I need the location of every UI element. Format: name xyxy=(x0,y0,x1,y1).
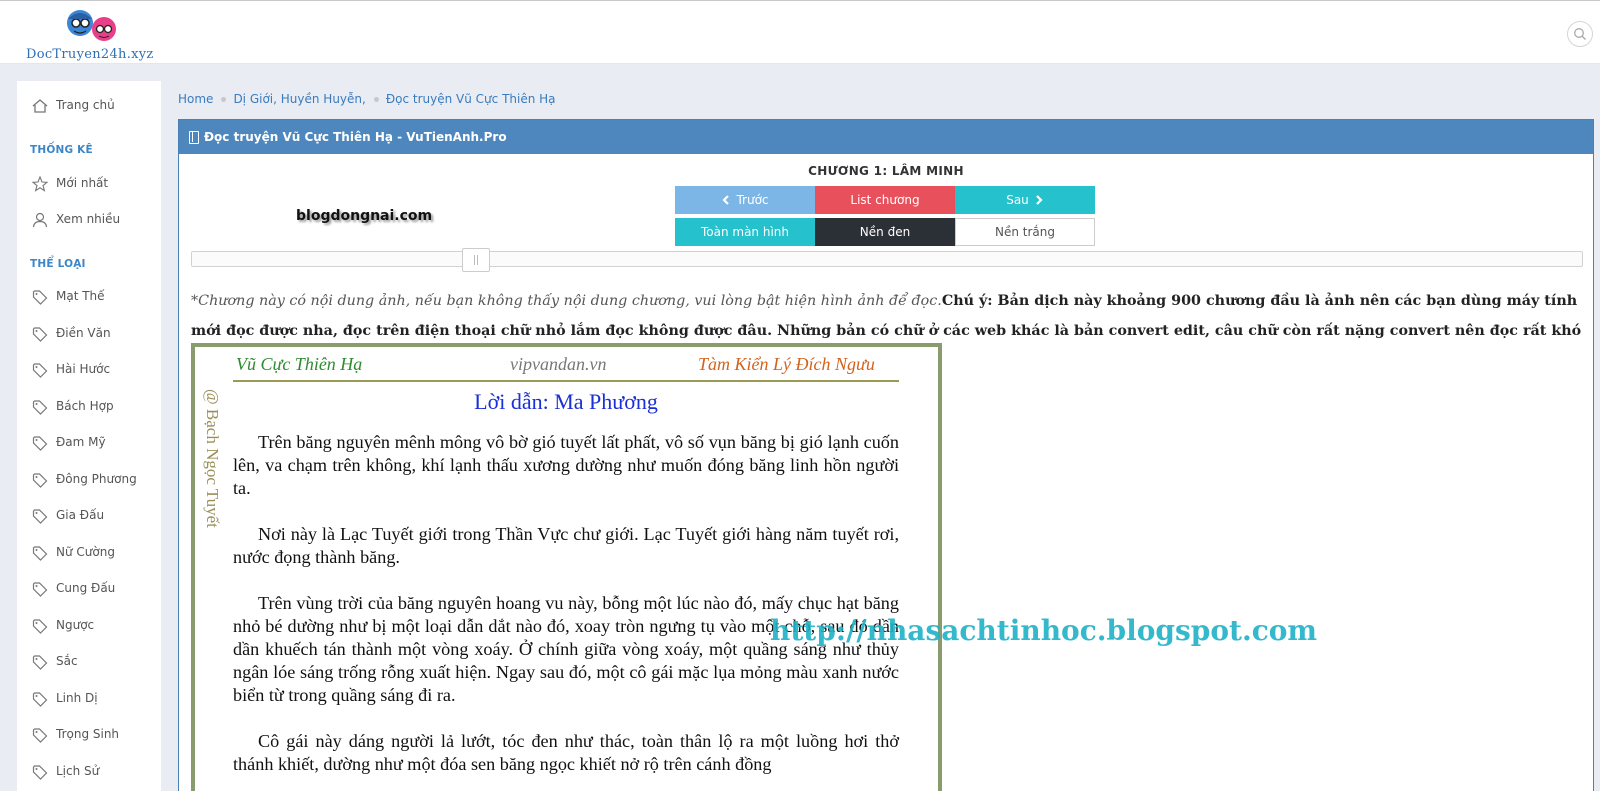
tag-icon xyxy=(32,326,48,342)
sidebar-item-label: Bách Hợp xyxy=(56,398,114,413)
star-icon xyxy=(31,175,49,192)
fullscreen-button[interactable]: Toàn màn hình xyxy=(675,218,815,246)
tag-icon xyxy=(32,363,48,378)
logo-text: DocTruyen24h.xyz xyxy=(26,47,154,62)
reader-panel: Đọc truyện Vũ Cực Thiên Hạ - VuTienAnh.P… xyxy=(178,119,1594,791)
chevron-left-icon xyxy=(722,195,730,205)
sidebar-item-genre[interactable]: Điền Văn xyxy=(17,319,161,349)
watermark-blogdongnai: blogdongnai.com xyxy=(296,208,433,224)
sidebar-item-genre[interactable]: Ngược xyxy=(17,611,161,641)
chapter-title: CHƯƠNG 1: LÂM MINH xyxy=(808,164,964,178)
sidebar-item-label: Điền Văn xyxy=(56,325,111,340)
page-paragraph: Cô gái này dáng người lả lướt, tóc đen n… xyxy=(233,731,899,774)
tag-icon xyxy=(32,545,48,561)
sidebar-item-most-viewed[interactable]: Xem nhiều xyxy=(17,205,161,235)
panel-header: Đọc truyện Vũ Cực Thiên Hạ - VuTienAnh.P… xyxy=(179,120,1593,154)
sidebar-item-label: Cung Đấu xyxy=(56,581,116,595)
page-header-rule xyxy=(233,380,899,382)
tag-icon xyxy=(32,472,48,488)
sidebar-item-label: Trang chủ xyxy=(56,98,115,112)
breadcrumb-category[interactable]: Dị Giới, Huyền Huyễn, xyxy=(233,92,365,106)
page-title: Lời dẫn: Ma Phương xyxy=(474,389,658,414)
sidebar-item-label: Nữ Cường xyxy=(56,544,115,559)
panel-title: Đọc truyện Vũ Cực Thiên Hạ - VuTienAnh.P… xyxy=(204,130,507,144)
slider-handle[interactable] xyxy=(462,248,490,272)
tag-icon xyxy=(32,399,48,415)
sidebar-item-label: Linh Dị xyxy=(56,690,98,705)
sidebar-item-genre[interactable]: Sắc xyxy=(17,647,161,677)
breadcrumb-separator xyxy=(221,96,227,102)
sidebar-item-label: Hài Hước xyxy=(56,362,111,376)
sidebar-item-genre[interactable]: Mạt Thế xyxy=(17,282,161,312)
search-icon xyxy=(1574,28,1586,40)
prev-chapter-button[interactable]: Trước xyxy=(675,186,815,214)
sidebar-item-label: Ngược xyxy=(56,617,95,632)
page-paragraph: Nơi này là Lạc Tuyết giới trong Thần Vực… xyxy=(233,524,899,567)
sidebar-item-home[interactable]: Trang chủ xyxy=(17,91,161,121)
sidebar-item-genre[interactable]: Đam Mỹ xyxy=(17,428,161,458)
light-background-button[interactable]: Nền trắng xyxy=(955,218,1095,246)
breadcrumb: Home Dị Giới, Huyền Huyễn, Đọc truyện Vũ… xyxy=(178,90,556,108)
tag-icon xyxy=(32,655,48,670)
page-header-right: Tàm Kiển Lý Đích Ngưu xyxy=(698,354,875,374)
sidebar-item-label: Lịch Sử xyxy=(56,763,100,778)
tag-icon xyxy=(32,509,48,524)
sidebar-item-label: Mạt Thế xyxy=(56,289,105,303)
sidebar-item-label: Đam Mỹ xyxy=(56,435,106,449)
sidebar-item-genre[interactable]: Linh Dị xyxy=(17,684,161,714)
tag-icon xyxy=(32,436,48,451)
stats-heading: THỐNG KÊ xyxy=(30,144,93,156)
breadcrumb-separator xyxy=(373,96,379,102)
sidebar-item-genre[interactable]: Bách Hợp xyxy=(17,392,161,422)
page-body: Trên băng nguyên mênh mông vô bờ gió tuy… xyxy=(233,431,899,791)
sidebar-item-label: Trọng Sinh xyxy=(56,727,120,741)
page-header-mid: vipvandan.vn xyxy=(510,354,607,374)
sidebar-item-genre[interactable]: Lịch Sử xyxy=(17,757,161,787)
page-paragraph: Trên vùng trời của băng nguyên hoang vu … xyxy=(233,593,899,705)
watermark-url: http://nhasachtinhoc.blogspot.com xyxy=(770,614,1318,647)
genre-heading: THỂ LOẠI xyxy=(30,258,86,270)
sidebar-item-label: Đông Phương xyxy=(56,471,137,486)
tag-icon xyxy=(32,582,48,597)
font-size-slider[interactable] xyxy=(191,248,1583,272)
sidebar-item-label: Xem nhiều xyxy=(56,212,121,226)
page-header-left: Vũ Cực Thiên Hạ xyxy=(236,354,363,374)
breadcrumb-current[interactable]: Đọc truyện Vũ Cực Thiên Hạ xyxy=(386,92,556,106)
tag-icon xyxy=(32,290,48,305)
sidebar-item-genre[interactable]: Hài Hước xyxy=(17,355,161,385)
tag-icon xyxy=(32,764,48,780)
sidebar-item-label: Sắc xyxy=(56,654,78,668)
user-icon xyxy=(32,212,48,228)
chapter-list-button[interactable]: List chương xyxy=(815,186,955,214)
sidebar-item-label: Gia Đấu xyxy=(56,508,105,522)
top-header: DocTruyen24h.xyz xyxy=(0,0,1600,64)
tag-icon xyxy=(32,618,48,634)
logo-faces-icon xyxy=(67,10,116,41)
sidebar-item-genre[interactable]: Cung Đấu xyxy=(17,574,161,604)
chevron-right-icon xyxy=(1036,195,1043,205)
notice-italic: *Chương này có nội dung ảnh, nếu bạn khô… xyxy=(191,293,942,309)
sidebar-item-newest[interactable]: Mới nhất xyxy=(17,169,161,199)
page-side-credit: @ Bạch Ngọc Tuyết xyxy=(203,389,222,528)
sidebar-item-genre[interactable]: Đông Phương xyxy=(17,465,161,495)
tag-icon xyxy=(32,728,48,743)
tag-icon xyxy=(32,691,48,707)
sidebar-item-genre[interactable]: Trọng Sinh xyxy=(17,720,161,750)
sidebar-item-genre[interactable]: Gia Đấu xyxy=(17,501,161,531)
breadcrumb-home[interactable]: Home xyxy=(178,92,213,106)
sidebar: Trang chủ THỐNG KÊ Mới nhất Xem nhiều TH… xyxy=(17,81,161,791)
page-paragraph: Trên băng nguyên mênh mông vô bờ gió tuy… xyxy=(233,432,899,498)
book-icon xyxy=(189,130,199,144)
sidebar-item-genre[interactable]: Nữ Cường xyxy=(17,538,161,568)
sidebar-item-label: Mới nhất xyxy=(56,176,109,190)
site-logo[interactable]: DocTruyen24h.xyz xyxy=(26,5,166,63)
search-button[interactable] xyxy=(1567,21,1593,47)
next-label: Sau xyxy=(1006,193,1029,207)
next-chapter-button[interactable]: Sau xyxy=(955,186,1095,214)
prev-label: Trước xyxy=(736,193,769,207)
dark-background-button[interactable]: Nền đen xyxy=(815,218,955,246)
chapter-page-image: Vũ Cực Thiên Hạ vipvandan.vn Tàm Kiển Lý… xyxy=(191,343,942,791)
home-icon xyxy=(32,99,48,113)
